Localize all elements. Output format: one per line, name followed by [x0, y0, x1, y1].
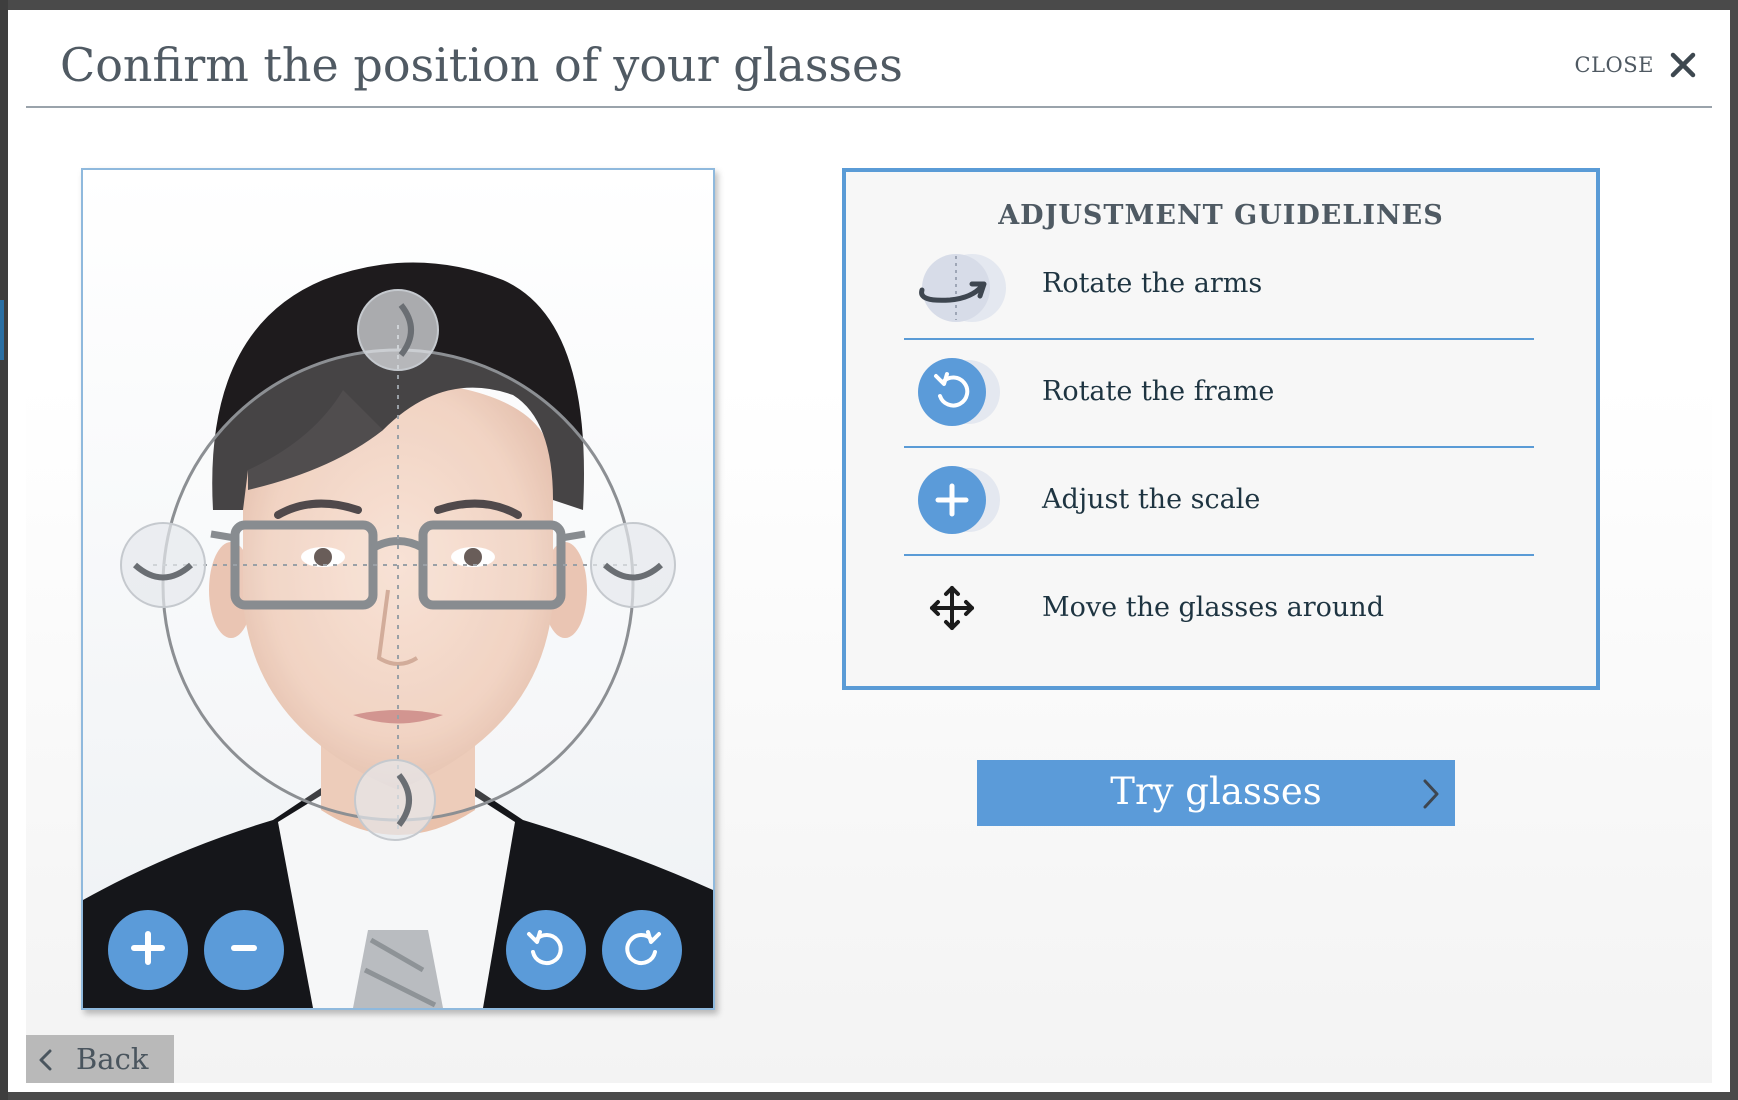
close-icon — [1670, 52, 1696, 78]
try-glasses-label: Try glasses — [1110, 770, 1322, 813]
rotate-right-icon — [620, 926, 664, 974]
backdrop-edge — [0, 0, 8, 1100]
face-photo-editor[interactable] — [81, 168, 715, 1010]
rotate-left-icon — [524, 926, 568, 974]
guideline-move-glasses: Move the glasses around — [904, 556, 1534, 662]
backdrop-mark — [0, 300, 4, 360]
minus-icon — [229, 933, 259, 967]
chevron-left-icon — [38, 1049, 54, 1075]
move-icon — [910, 574, 1020, 650]
zoom-out-button[interactable] — [204, 910, 284, 990]
rotate-right-button[interactable] — [602, 910, 682, 990]
back-button[interactable]: Back — [26, 1035, 174, 1083]
try-glasses-button[interactable]: Try glasses — [977, 760, 1455, 826]
zoom-in-button[interactable] — [108, 910, 188, 990]
back-label: Back — [76, 1042, 149, 1076]
face-photo — [83, 170, 713, 1008]
guidelines-title: ADJUSTMENT GUIDELINES — [998, 200, 1444, 231]
guideline-rotate-frame: Rotate the frame — [904, 340, 1534, 448]
guideline-adjust-scale: Adjust the scale — [904, 448, 1534, 556]
guideline-label: Rotate the arms — [1042, 268, 1263, 299]
guideline-label: Rotate the frame — [1042, 376, 1275, 407]
chevron-right-icon — [1421, 778, 1441, 814]
plus-icon — [130, 930, 166, 970]
guideline-label: Move the glasses around — [1042, 592, 1384, 623]
glasses-position-dialog: Confirm the position of your glasses CLO… — [8, 10, 1730, 1092]
dialog-content: ADJUSTMENT GUIDELINES Rotate the arms Ro… — [26, 108, 1712, 1083]
dialog-header: Confirm the position of your glasses CLO… — [26, 10, 1712, 108]
rotate-arms-icon — [910, 250, 1020, 326]
close-label: CLOSE — [1574, 53, 1654, 77]
rotate-frame-icon — [910, 358, 1020, 434]
scale-plus-icon — [910, 466, 1020, 542]
guideline-label: Adjust the scale — [1042, 484, 1261, 515]
close-button[interactable]: CLOSE — [1575, 52, 1696, 78]
dialog-title: Confirm the position of your glasses — [60, 38, 903, 92]
adjustment-guidelines-panel: ADJUSTMENT GUIDELINES Rotate the arms Ro… — [842, 168, 1600, 690]
guideline-rotate-arms: Rotate the arms — [904, 232, 1534, 340]
rotate-left-button[interactable] — [506, 910, 586, 990]
